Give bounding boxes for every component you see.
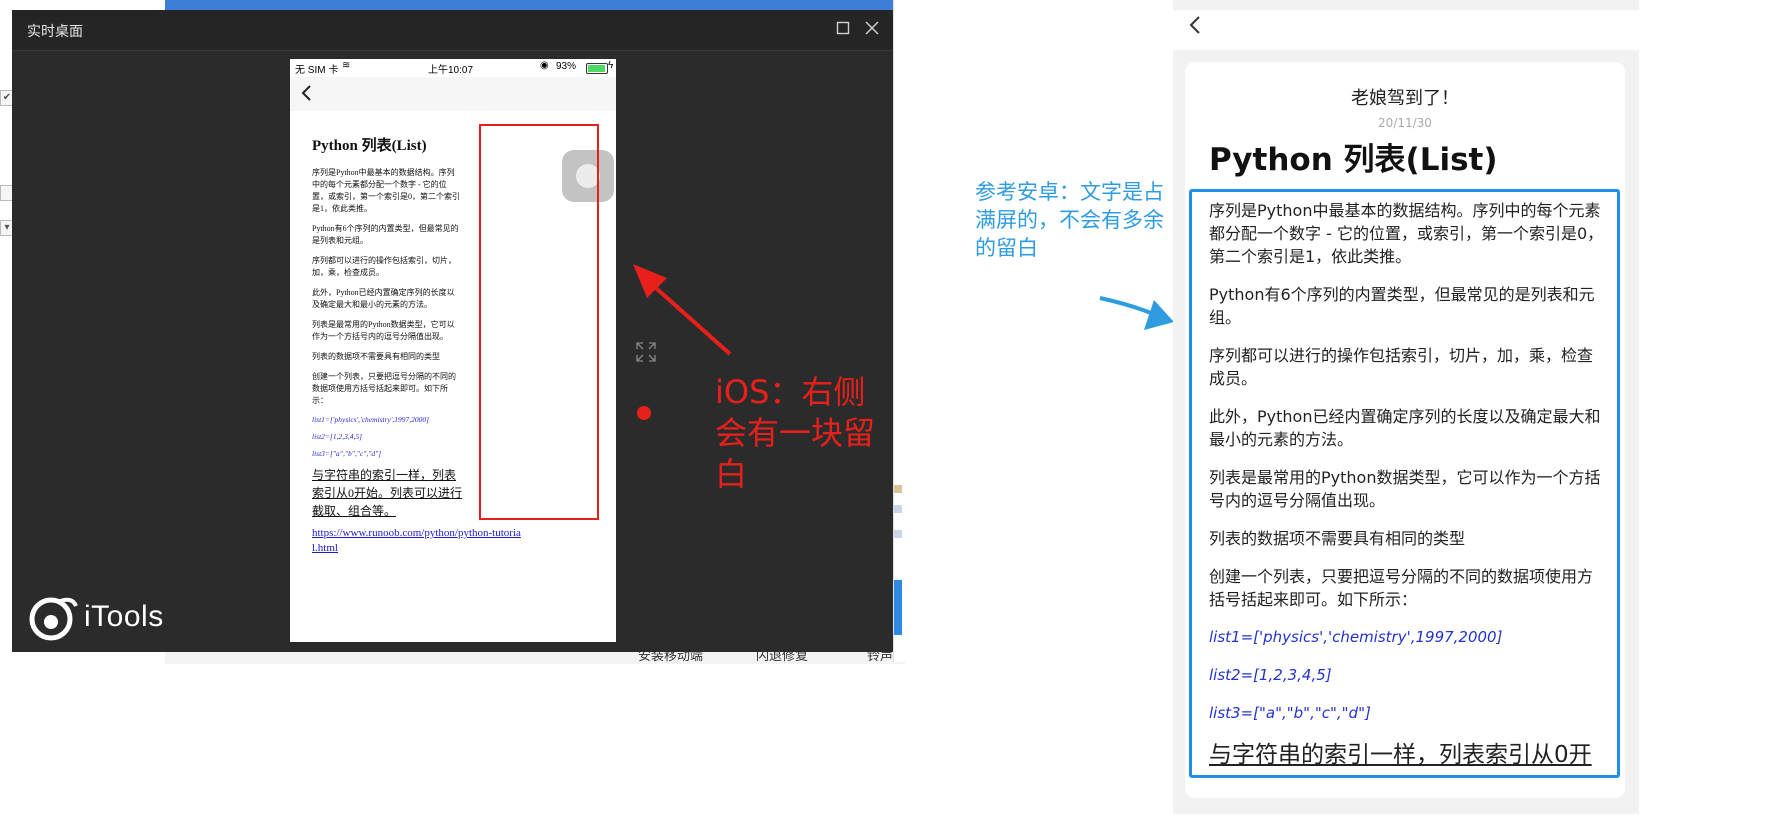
orientation-lock-icon: ◉ bbox=[540, 60, 549, 71]
ios-nav-bar bbox=[290, 77, 616, 111]
article-large-text: 与字符串的索引一样，列表索引从0开 bbox=[1209, 742, 1592, 768]
background-block bbox=[894, 485, 902, 493]
article-author: 老娘驾到了！ bbox=[1351, 88, 1459, 109]
article-paragraph: 创建一个列表，只要把逗号分隔的不同的数据项使用方括号括起来即可。如下所示： bbox=[312, 372, 456, 405]
article-paragraph: 序列是Python中最基本的数据结构。序列中的每个元素都分配一个数字 - 它的位… bbox=[312, 168, 460, 213]
battery-percent: 93% bbox=[556, 61, 577, 72]
android-header bbox=[1173, 10, 1639, 50]
article-paragraph: 列表的数据项不需要具有相同的类型 bbox=[312, 352, 440, 361]
expand-icon[interactable] bbox=[635, 341, 657, 363]
article-paragraph: Python有6个序列的内置类型，但最常见的是列表和元组。 bbox=[1209, 285, 1595, 327]
android-status-bar bbox=[1173, 0, 1639, 10]
itools-brand: iTools bbox=[84, 600, 164, 633]
background-block bbox=[894, 505, 902, 513]
article-title: Python 列表(List) bbox=[1209, 142, 1498, 178]
back-button[interactable] bbox=[300, 83, 314, 107]
window-title: 实时桌面 bbox=[27, 24, 83, 40]
close-icon bbox=[865, 21, 879, 35]
code-line: list3=["a","b","c","d"] bbox=[312, 449, 382, 458]
ios-article: Python 列表(List) 序列是Python中最基本的数据结构。序列中的每… bbox=[312, 134, 521, 556]
android-phone-screen: 老娘驾到了！ 20/11/30 Python 列表(List) 序列是Pytho… bbox=[1173, 0, 1639, 814]
article-paragraph: Python有6个序列的内置类型，但最常见的是列表和元组。 bbox=[312, 224, 459, 245]
close-button[interactable] bbox=[860, 18, 884, 42]
code-line: list2=[1,2,3,4,5] bbox=[312, 432, 363, 441]
code-line: list3=["a","b","c","d"] bbox=[1209, 704, 1371, 722]
battery-level bbox=[588, 65, 605, 72]
code-line: list1=['physics','chemistry',1997,2000] bbox=[312, 415, 430, 424]
square-icon bbox=[836, 21, 850, 35]
record-dot[interactable] bbox=[637, 406, 651, 420]
android-annotation: 参考安卓：文字是占满屏的，不会有多余的留白 bbox=[975, 180, 1164, 260]
window-titlebar: 实时桌面 bbox=[12, 10, 893, 51]
article-paragraph: 此外，Python已经内置确定序列的长度以及确定最大和最小的元素的方法。 bbox=[1209, 407, 1601, 449]
android-article-card: 老娘驾到了！ 20/11/30 Python 列表(List) 序列是Pytho… bbox=[1185, 62, 1625, 798]
article-paragraph: 列表是最常用的Python数据类型，它可以作为一个方括号内的逗号分隔值出现。 bbox=[1209, 468, 1601, 510]
article-paragraph: 序列都可以进行的操作包括索引，切片，加，乘，检查成员。 bbox=[312, 256, 456, 277]
article-title: Python 列表(List) bbox=[312, 138, 427, 154]
background-block bbox=[894, 580, 902, 635]
android-text-highlight: 序列是Python中最基本的数据结构。序列中的每个元素都分配一个数字 - 它的位… bbox=[1189, 189, 1620, 778]
maximize-button[interactable] bbox=[831, 18, 855, 42]
article-paragraph: 此外，Python已经内置确定序列的长度以及确定最大和最小的元素的方法。 bbox=[312, 288, 455, 309]
article-paragraph: 列表是最常用的Python数据类型，它可以作为一个方括号内的逗号分隔值出现。 bbox=[312, 320, 455, 341]
wifi-icon: ≋ bbox=[342, 60, 351, 71]
article-link[interactable]: https://www.runoob.com/python/python-tut… bbox=[312, 526, 522, 556]
article-large-text: 与字符串的索引一样，列表索引从0开始。列表可以进行截取、组合等。 bbox=[312, 468, 463, 518]
clock: 上午10:07 bbox=[428, 65, 474, 76]
ios-annotation: iOS：右侧会有一块留白 bbox=[715, 373, 876, 493]
article-paragraph: 列表的数据项不需要具有相同的类型 bbox=[1209, 529, 1466, 548]
ios-blank-area-highlight bbox=[479, 124, 599, 520]
battery-icon bbox=[586, 63, 608, 74]
blue-arrow-icon bbox=[1099, 296, 1174, 330]
background-block bbox=[894, 530, 902, 538]
itools-logo-icon bbox=[29, 597, 78, 641]
charging-icon: ϟ bbox=[608, 60, 614, 71]
article-paragraph: 序列都可以进行的操作包括索引，切片，加，乘，检查成员。 bbox=[1209, 346, 1594, 388]
code-line: list1=['physics','chemistry',1997,2000] bbox=[1209, 628, 1503, 646]
back-button[interactable] bbox=[1187, 14, 1203, 42]
chevron-left-icon bbox=[301, 85, 311, 101]
article-paragraph: 序列是Python中最基本的数据结构。序列中的每个元素都分配一个数字 - 它的位… bbox=[1209, 201, 1604, 266]
ios-status-bar: 无 SIM 卡 ≋ 上午10:07 ◉ 93% ϟ bbox=[290, 59, 616, 77]
code-line: list2=[1,2,3,4,5] bbox=[1209, 666, 1332, 684]
article-date: 20/11/30 bbox=[1378, 116, 1432, 130]
android-article-body: 序列是Python中最基本的数据结构。序列中的每个元素都分配一个数字 - 它的位… bbox=[1209, 199, 1606, 770]
background-app-sidebar bbox=[893, 0, 906, 662]
chevron-left-icon bbox=[1189, 16, 1200, 34]
article-paragraph: 创建一个列表，只要把逗号分隔的不同的数据项使用方括号括起来即可。如下所示： bbox=[1209, 567, 1594, 609]
carrier-label: 无 SIM 卡 bbox=[295, 65, 339, 76]
